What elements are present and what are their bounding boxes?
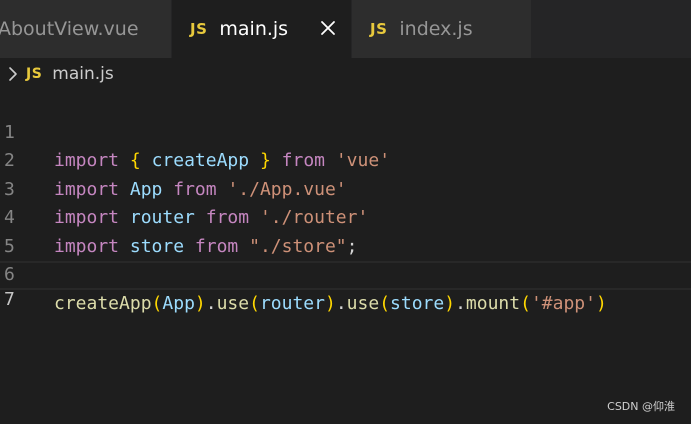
tab-label: main.js bbox=[219, 18, 289, 40]
tab-main-js[interactable]: JS main.js bbox=[172, 0, 352, 58]
watermark: CSDN @仰淮 bbox=[607, 400, 675, 413]
code-line[interactable]: 2 import App from './App.vue' bbox=[0, 119, 691, 200]
tab-index-js[interactable]: JS index.js bbox=[352, 0, 532, 58]
tab-bar-empty-area bbox=[532, 0, 691, 58]
code-editor[interactable]: 1 import { createApp } from 'vue' 2 impo… bbox=[0, 90, 691, 424]
editor-window: AboutView.vue JS main.js JS index.js JS … bbox=[0, 0, 691, 424]
code-line-current[interactable]: 7 bbox=[0, 261, 691, 310]
javascript-file-icon: JS bbox=[370, 20, 388, 38]
code-line[interactable]: 5 bbox=[0, 204, 691, 257]
code-line[interactable]: 6 createApp(App).use(router).use(store).… bbox=[0, 233, 691, 314]
breadcrumb-file[interactable]: main.js bbox=[52, 64, 113, 84]
tab-label: index.js bbox=[399, 18, 473, 40]
tab-aboutview-vue[interactable]: AboutView.vue bbox=[0, 0, 172, 58]
line-number: 7 bbox=[4, 288, 15, 310]
code-line[interactable]: 4 import store from "./store"; bbox=[0, 176, 691, 257]
close-icon[interactable] bbox=[319, 19, 337, 37]
tab-bar: AboutView.vue JS main.js JS index.js bbox=[0, 0, 691, 58]
tab-label: AboutView.vue bbox=[0, 18, 139, 40]
breadcrumb: JS main.js bbox=[0, 58, 691, 90]
code-line[interactable]: 1 import { createApp } from 'vue' bbox=[0, 90, 691, 172]
chevron-right-icon[interactable] bbox=[4, 65, 22, 83]
code-line[interactable]: 3 import router from './router' bbox=[0, 147, 691, 229]
code-text: createApp(App).use(router).use(store).mo… bbox=[54, 292, 607, 314]
javascript-file-icon: JS bbox=[190, 20, 208, 38]
javascript-file-icon: JS bbox=[26, 66, 43, 82]
